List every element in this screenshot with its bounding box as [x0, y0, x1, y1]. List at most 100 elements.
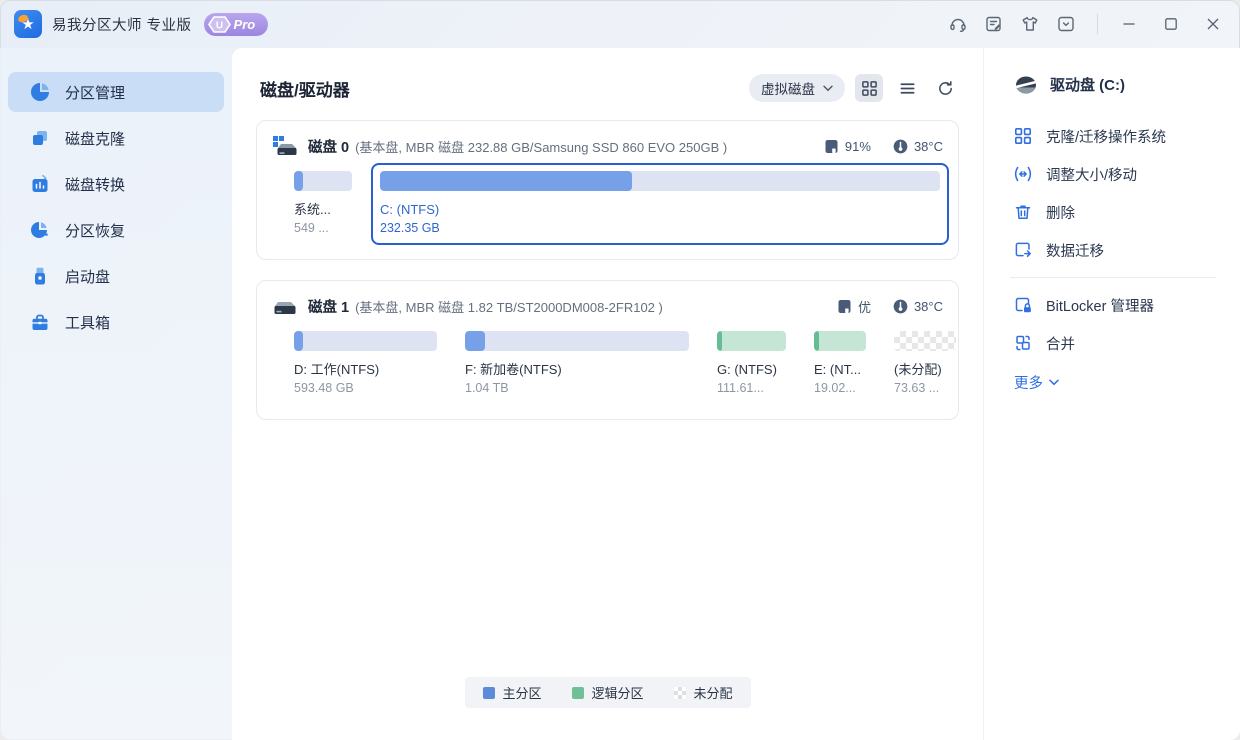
- close-button[interactable]: [1198, 9, 1228, 39]
- partition-recovery-icon: [30, 220, 50, 240]
- partition-name: (未分配): [894, 360, 956, 379]
- drive-icon: [1014, 75, 1038, 95]
- resize-move-icon: [1014, 165, 1032, 183]
- unallocated-color-swatch: [674, 687, 686, 699]
- grid-view-button[interactable]: [855, 74, 883, 102]
- sidebar-item-label: 分区管理: [65, 82, 125, 103]
- action-data-migration[interactable]: 数据迁移: [1014, 231, 1240, 269]
- disk-0-stats: 91% 38°C: [824, 139, 943, 154]
- partition-size: 111.61...: [717, 379, 786, 397]
- more-label: 更多: [1014, 372, 1043, 393]
- refresh-button[interactable]: [931, 74, 959, 102]
- partition-name: G: (NTFS): [717, 360, 786, 379]
- left-sidebar: 分区管理 磁盘克隆 磁盘转换 分区恢复: [0, 48, 232, 740]
- virtual-disk-dropdown[interactable]: 虚拟磁盘: [749, 74, 845, 102]
- chevron-down-icon: [823, 85, 833, 92]
- disk-clone-icon: [30, 128, 50, 148]
- disk-details: (基本盘, MBR 磁盘 1.82 TB/ST2000DM008-2FR102 …: [355, 297, 663, 316]
- feedback-note-icon[interactable]: [979, 9, 1009, 39]
- partition-usage-bar: [894, 331, 956, 351]
- selected-drive-title: 驱动盘 (C:): [1050, 74, 1125, 95]
- maximize-button[interactable]: [1156, 9, 1186, 39]
- disk-health-icon: [837, 299, 852, 314]
- main-header: 磁盘/驱动器 虚拟磁盘: [232, 48, 983, 120]
- sidebar-item-disk-convert[interactable]: 磁盘转换: [8, 164, 224, 204]
- logical-color-swatch: [571, 687, 583, 699]
- pro-badge[interactable]: U Pro: [204, 13, 269, 36]
- primary-color-swatch: [482, 687, 494, 699]
- partition-usage-bar: [465, 331, 689, 351]
- os-clone-icon: [1014, 127, 1032, 145]
- disk-card-0: 磁盘 0 (基本盘, MBR 磁盘 232.88 GB/Samsung SSD …: [256, 120, 959, 260]
- disk-health-value: 优: [858, 297, 871, 316]
- partition-usage-bar: [294, 331, 437, 351]
- partition-size: 1.04 TB: [465, 379, 689, 397]
- partition-g[interactable]: G: (NTFS) 111.61...: [708, 323, 795, 405]
- disk-card-1: 磁盘 1 (基本盘, MBR 磁盘 1.82 TB/ST2000DM008-2F…: [256, 280, 959, 420]
- disk-details: (基本盘, MBR 磁盘 232.88 GB/Samsung SSD 860 E…: [355, 137, 727, 156]
- usage-fill: [814, 331, 819, 351]
- theme-shirt-icon[interactable]: [1015, 9, 1045, 39]
- partition-unallocated[interactable]: (未分配) 73.63 ...: [885, 323, 965, 405]
- sidebar-item-label: 分区恢复: [65, 220, 125, 241]
- sidebar-item-label: 工具箱: [65, 312, 110, 333]
- legend-unallocated: 未分配: [674, 683, 733, 702]
- action-label: 数据迁移: [1046, 240, 1104, 261]
- sidebar-item-partition-recovery[interactable]: 分区恢复: [8, 210, 224, 250]
- pie-chart-icon: [30, 82, 50, 102]
- disk-temperature-value: 38°C: [914, 299, 943, 314]
- list-view-button[interactable]: [893, 74, 921, 102]
- disk-1-header: 磁盘 1 (基本盘, MBR 磁盘 1.82 TB/ST2000DM008-2F…: [272, 295, 943, 317]
- partition-size: 232.35 GB: [380, 219, 940, 237]
- legend-logical: 逻辑分区: [571, 683, 643, 702]
- more-actions-link[interactable]: 更多: [1014, 372, 1240, 393]
- partition-legend: 主分区 逻辑分区 未分配: [464, 677, 750, 708]
- partition-c-selected[interactable]: C: (NTFS) 232.35 GB: [371, 163, 949, 245]
- partition-e[interactable]: E: (NT... 19.02...: [805, 323, 875, 405]
- disk-1-partitions: D: 工作(NTFS) 593.48 GB F: 新加卷(NTFS) 1.04 …: [285, 323, 943, 405]
- action-merge[interactable]: 合并: [1014, 324, 1240, 362]
- disk-health-value: 91%: [845, 139, 871, 154]
- support-headset-icon[interactable]: [943, 9, 973, 39]
- partition-system[interactable]: 系统... 549 ...: [285, 163, 361, 245]
- menu-box-icon[interactable]: [1051, 9, 1081, 39]
- pro-emblem-icon: U: [206, 14, 233, 35]
- action-label: 克隆/迁移操作系统: [1046, 126, 1166, 147]
- action-resize-move[interactable]: 调整大小/移动: [1014, 155, 1240, 193]
- app-logo-icon: ★: [14, 10, 42, 38]
- legend-label: 主分区: [502, 683, 541, 702]
- partition-usage-bar: [717, 331, 786, 351]
- pro-badge-label: Pro: [234, 17, 256, 32]
- titlebar: ★ 易我分区大师 专业版 U Pro: [0, 0, 1240, 48]
- partition-usage-bar: [294, 171, 352, 191]
- partition-d[interactable]: D: 工作(NTFS) 593.48 GB: [285, 323, 446, 405]
- data-migration-icon: [1014, 241, 1032, 259]
- app-window: ★ 易我分区大师 专业版 U Pro: [0, 0, 1240, 740]
- action-delete[interactable]: 删除: [1014, 193, 1240, 231]
- virtual-disk-dropdown-value: 虚拟磁盘: [761, 78, 815, 98]
- partition-f[interactable]: F: 新加卷(NTFS) 1.04 TB: [456, 323, 698, 405]
- list-view-icon: [899, 80, 916, 97]
- usage-fill: [380, 171, 632, 191]
- disk-health-indicator: 优: [837, 297, 871, 316]
- disk-1-stats: 优 38°C: [837, 297, 943, 316]
- thermometer-icon: [893, 139, 908, 154]
- grid-view-icon: [861, 80, 878, 97]
- thermometer-icon: [893, 299, 908, 314]
- disk-temperature-indicator: 38°C: [893, 299, 943, 314]
- action-bitlocker-manager[interactable]: BitLocker 管理器: [1014, 286, 1240, 324]
- main-content: 磁盘/驱动器 虚拟磁盘: [232, 48, 983, 740]
- minimize-button[interactable]: [1114, 9, 1144, 39]
- sidebar-item-disk-clone[interactable]: 磁盘克隆: [8, 118, 224, 158]
- svg-text:U: U: [215, 20, 222, 31]
- sidebar-item-partition-manager[interactable]: 分区管理: [8, 72, 224, 112]
- action-clone-migrate-os[interactable]: 克隆/迁移操作系统: [1014, 117, 1240, 155]
- sidebar-item-boot-disk[interactable]: 启动盘: [8, 256, 224, 296]
- action-panel: 驱动盘 (C:) 克隆/迁移操作系统 调整大小/移动 删除: [983, 48, 1240, 740]
- partition-name: C: (NTFS): [380, 200, 940, 219]
- refresh-icon: [937, 80, 954, 97]
- partition-name: F: 新加卷(NTFS): [465, 360, 689, 379]
- usb-boot-disk-icon: [30, 266, 50, 286]
- sidebar-item-toolbox[interactable]: 工具箱: [8, 302, 224, 342]
- merge-icon: [1014, 334, 1032, 352]
